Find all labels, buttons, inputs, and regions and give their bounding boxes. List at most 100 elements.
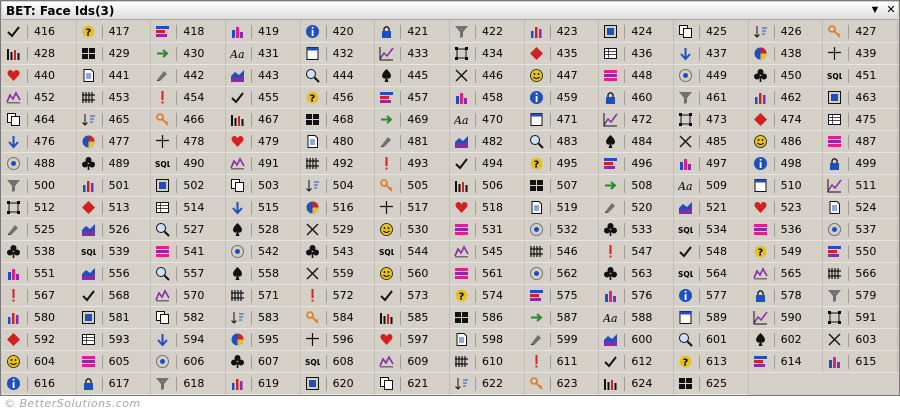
face-id-cell[interactable]: 536 (748, 219, 824, 241)
face-id-cell[interactable]: 473 (673, 109, 749, 131)
face-id-cell[interactable]: SQL 544 (375, 241, 450, 263)
face-id-cell[interactable]: 561 (449, 263, 525, 285)
face-id-cell[interactable]: 533 (599, 219, 674, 241)
face-id-cell[interactable]: SQL 451 (823, 65, 898, 87)
face-id-cell[interactable]: 565 (748, 263, 824, 285)
face-id-cell[interactable]: 479 (225, 131, 301, 153)
face-id-cell[interactable]: 607 (225, 351, 301, 373)
close-button[interactable]: ✕ (884, 3, 898, 17)
face-id-cell[interactable]: 497 (673, 153, 749, 175)
face-id-cell[interactable]: 499 (823, 153, 898, 175)
face-id-cell[interactable]: 504 (300, 175, 376, 197)
face-id-cell[interactable]: SQL 564 (673, 263, 749, 285)
face-id-cell[interactable]: 562 (524, 263, 600, 285)
face-id-cell[interactable]: 604 (2, 351, 77, 373)
face-id-cell[interactable]: 538 (2, 241, 77, 263)
face-id-cell[interactable]: 442 (151, 65, 226, 87)
face-id-cell[interactable]: 508 (599, 175, 674, 197)
face-id-cell[interactable]: 599 (524, 329, 600, 351)
face-id-cell[interactable]: 543 (300, 241, 376, 263)
face-id-cell[interactable]: 547 (599, 241, 674, 263)
face-id-cell[interactable]: 617 (76, 373, 152, 395)
face-id-cell[interactable]: Aa 431 (225, 43, 301, 65)
face-id-cell[interactable]: 484 (599, 131, 674, 153)
face-id-cell[interactable]: 596 (300, 329, 376, 351)
face-id-cell[interactable]: 416 (2, 21, 77, 43)
face-id-cell[interactable]: 420 (300, 21, 376, 43)
face-id-cell[interactable]: 510 (748, 175, 824, 197)
face-id-cell[interactable]: 568 (76, 285, 152, 307)
face-id-cell[interactable]: 575 (524, 285, 600, 307)
face-id-cell[interactable]: 582 (151, 307, 226, 329)
face-id-cell[interactable]: 462 (748, 87, 824, 109)
face-id-cell[interactable]: 453 (76, 87, 152, 109)
face-id-cell[interactable]: 530 (375, 219, 450, 241)
face-id-cell[interactable]: 422 (449, 21, 525, 43)
face-id-cell[interactable]: 438 (748, 43, 824, 65)
face-id-cell[interactable]: 589 (673, 307, 749, 329)
face-id-cell[interactable]: 474 (748, 109, 824, 131)
face-id-cell[interactable]: 606 (151, 351, 226, 373)
face-id-cell[interactable]: 598 (449, 329, 525, 351)
face-id-cell[interactable]: 487 (823, 131, 898, 153)
face-id-cell[interactable]: 619 (225, 373, 301, 395)
face-id-cell[interactable]: 528 (225, 219, 301, 241)
face-id-cell[interactable]: 419 (225, 21, 301, 43)
face-id-cell[interactable]: 458 (449, 87, 525, 109)
face-id-cell[interactable]: 450 (748, 65, 824, 87)
face-id-cell[interactable]: ? 613 (673, 351, 749, 373)
face-id-cell[interactable]: 498 (748, 153, 824, 175)
face-id-cell[interactable]: 482 (449, 131, 525, 153)
face-id-cell[interactable]: 529 (300, 219, 376, 241)
face-id-cell[interactable]: 612 (599, 351, 674, 373)
face-id-cell[interactable]: 476 (2, 131, 77, 153)
face-id-cell[interactable]: 609 (375, 351, 450, 373)
face-id-cell[interactable]: 563 (599, 263, 674, 285)
face-id-cell[interactable]: 571 (225, 285, 301, 307)
face-id-cell[interactable]: 425 (673, 21, 749, 43)
face-id-cell[interactable]: 454 (151, 87, 226, 109)
face-id-cell[interactable]: 459 (524, 87, 600, 109)
face-id-cell[interactable]: 618 (151, 373, 226, 395)
face-id-cell[interactable]: 572 (300, 285, 376, 307)
face-id-cell[interactable]: 625 (673, 373, 749, 395)
face-id-cell[interactable]: 622 (449, 373, 525, 395)
face-id-cell[interactable]: 531 (449, 219, 525, 241)
face-id-cell[interactable]: 519 (524, 197, 600, 219)
face-id-cell[interactable]: 605 (76, 351, 152, 373)
face-id-cell[interactable]: 548 (673, 241, 749, 263)
face-id-cell[interactable]: 623 (524, 373, 600, 395)
dropdown-button[interactable]: ▼ (868, 3, 882, 17)
face-id-cell[interactable]: 517 (375, 197, 450, 219)
face-id-cell[interactable]: 559 (300, 263, 376, 285)
face-id-cell[interactable]: 560 (375, 263, 450, 285)
face-id-cell[interactable]: 483 (524, 131, 600, 153)
face-id-cell[interactable]: 541 (151, 241, 226, 263)
face-id-cell[interactable]: 481 (375, 131, 450, 153)
face-id-cell[interactable]: ? 456 (300, 87, 376, 109)
face-id-cell[interactable]: 489 (76, 153, 152, 175)
face-id-cell[interactable]: 421 (375, 21, 450, 43)
face-id-cell[interactable]: 461 (673, 87, 749, 109)
face-id-cell[interactable]: 550 (823, 241, 898, 263)
face-id-cell[interactable]: 597 (375, 329, 450, 351)
face-id-cell[interactable]: 428 (2, 43, 77, 65)
face-id-cell[interactable]: 556 (76, 263, 152, 285)
face-id-cell[interactable]: 502 (151, 175, 226, 197)
face-id-cell[interactable]: 433 (375, 43, 450, 65)
face-id-cell[interactable]: 583 (225, 307, 301, 329)
face-id-cell[interactable]: 592 (2, 329, 77, 351)
face-id-cell[interactable]: 445 (375, 65, 450, 87)
face-id-cell[interactable]: 585 (375, 307, 450, 329)
face-id-cell[interactable]: 429 (76, 43, 152, 65)
face-id-cell[interactable]: 610 (449, 351, 525, 373)
face-id-cell[interactable]: ? 495 (524, 153, 600, 175)
face-id-cell[interactable]: SQL 608 (300, 351, 376, 373)
face-id-cell[interactable]: 546 (524, 241, 600, 263)
face-id-cell[interactable]: 601 (673, 329, 749, 351)
face-id-cell[interactable]: SQL 539 (76, 241, 152, 263)
face-id-cell[interactable]: 418 (151, 21, 226, 43)
face-id-cell[interactable]: 527 (151, 219, 226, 241)
face-id-cell[interactable]: 475 (823, 109, 898, 131)
face-id-cell[interactable]: SQL 490 (151, 153, 226, 175)
